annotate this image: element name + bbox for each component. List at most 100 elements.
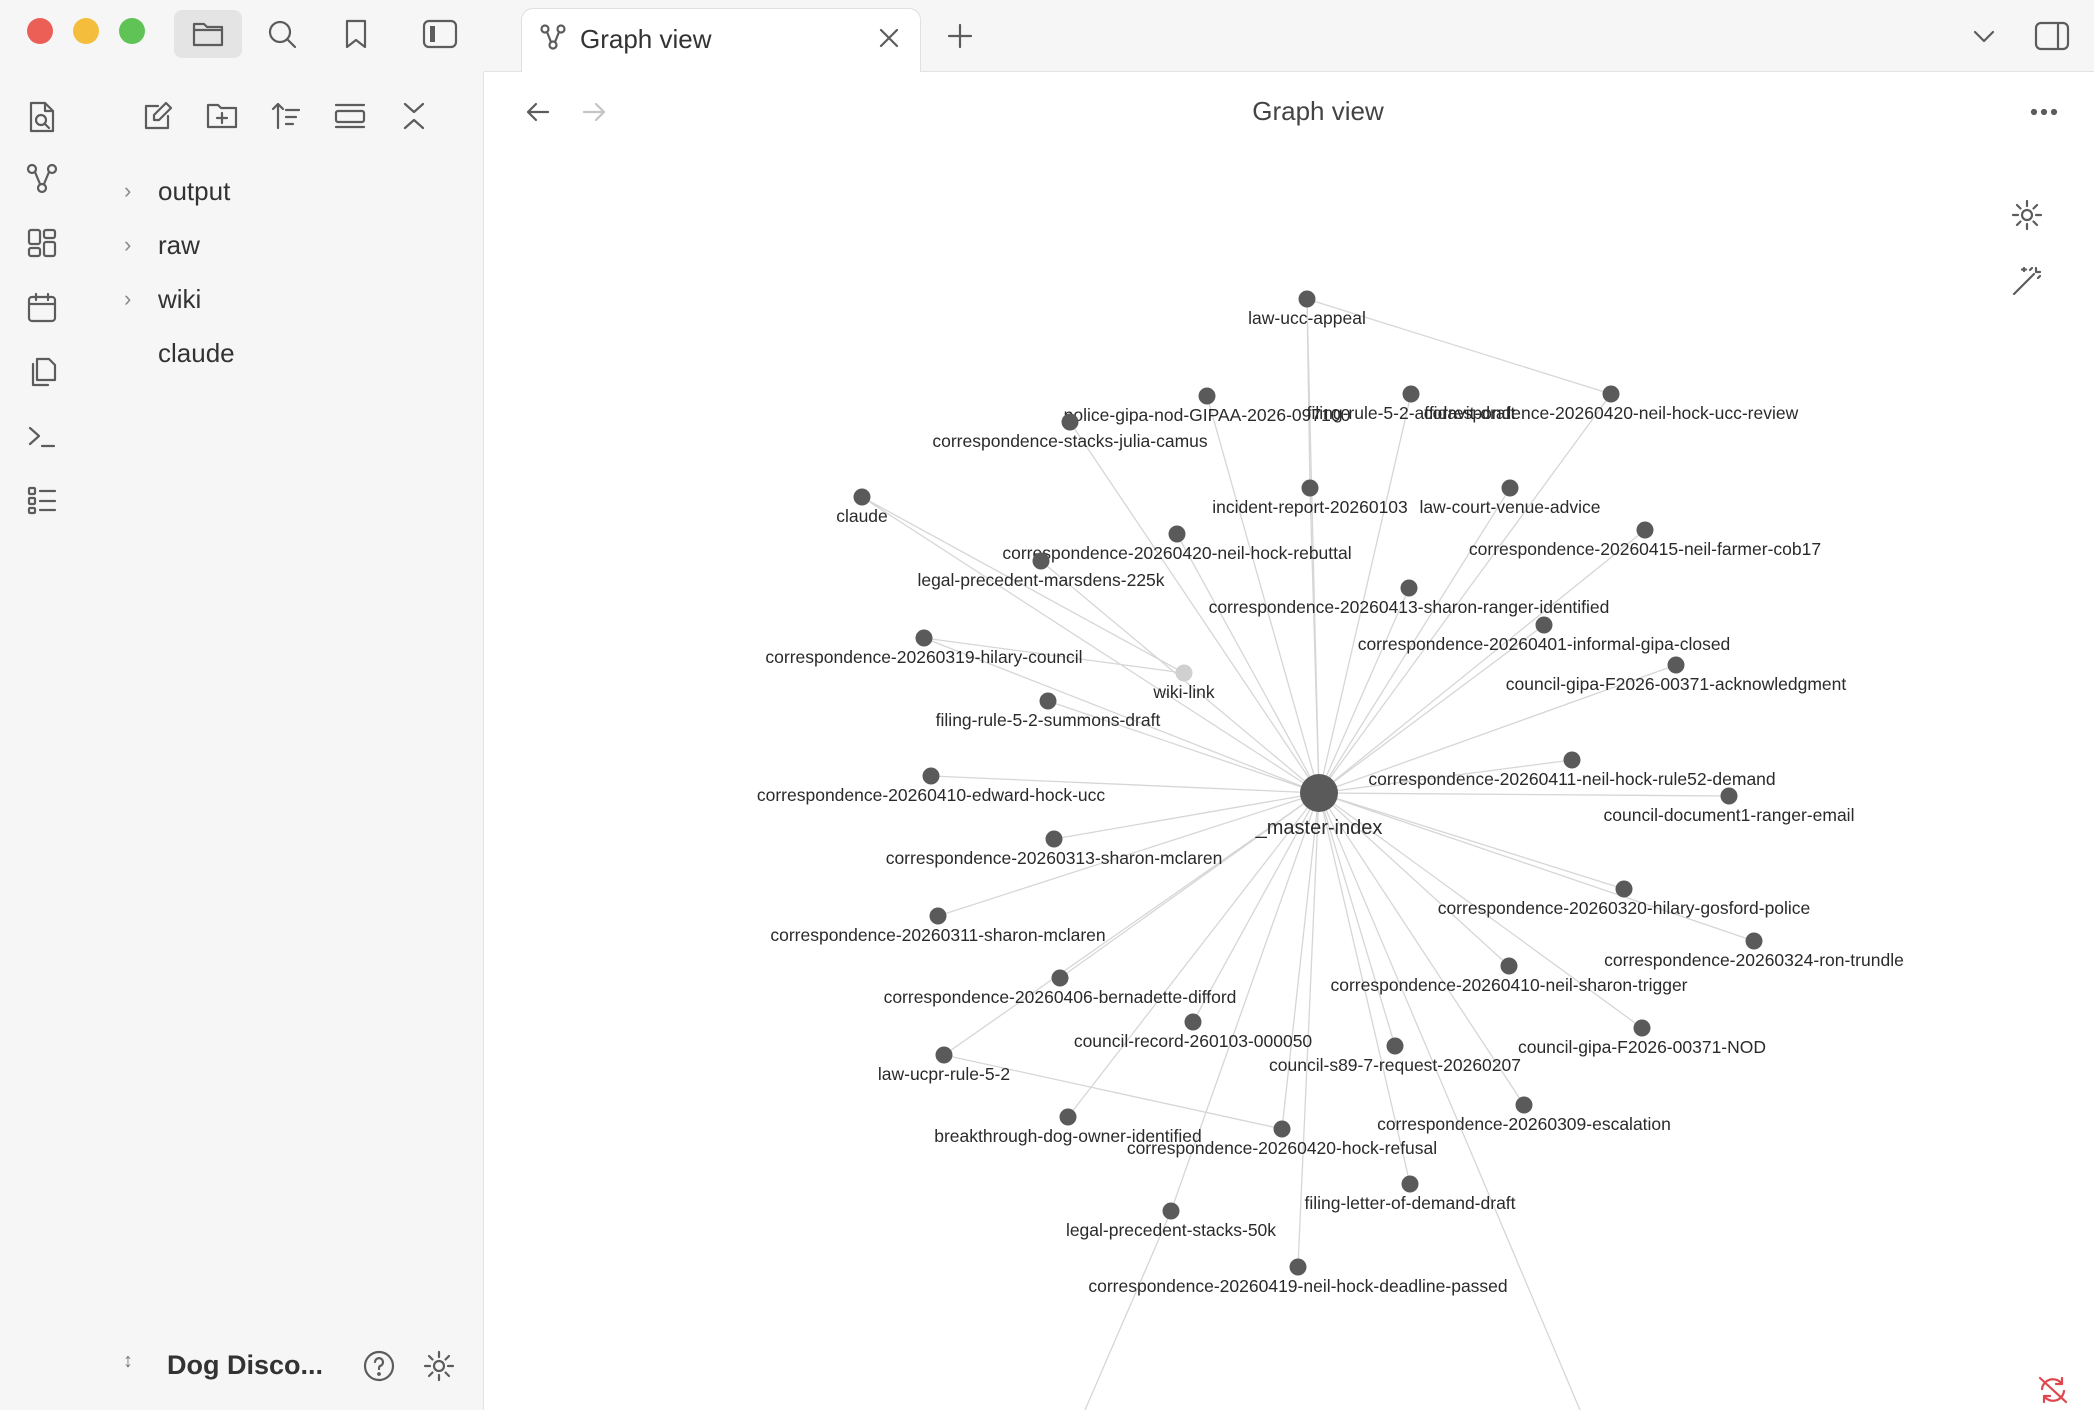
animate-graph-button[interactable] [2006, 260, 2048, 302]
collapse-all-button[interactable] [392, 94, 436, 138]
graph-node[interactable]: claude [836, 488, 888, 527]
ribbon-canvas-button[interactable] [20, 221, 64, 265]
graph-node-dot[interactable] [1051, 969, 1069, 987]
graph-node[interactable]: correspondence-20260413-sharon-ranger-id… [1209, 579, 1610, 618]
graph-node[interactable]: correspondence-20260311-sharon-mclaren [770, 907, 1106, 946]
graph-node[interactable]: correspondence-20260319-hilary-council [765, 629, 1083, 668]
ribbon-graph-button[interactable] [20, 156, 64, 200]
help-button[interactable] [359, 1346, 399, 1386]
files-tab-button[interactable] [174, 10, 242, 58]
tree-folder-output[interactable]: › output [120, 172, 460, 214]
graph-node-dot[interactable] [1633, 1019, 1651, 1037]
close-tab-button[interactable] [871, 20, 907, 56]
graph-node[interactable]: correspondence-20260406-bernadette-diffo… [884, 969, 1237, 1008]
settings-button[interactable] [419, 1346, 459, 1386]
graph-node-dot[interactable] [1667, 656, 1685, 674]
graph-node-dot[interactable] [1386, 1037, 1404, 1055]
graph-node-dot[interactable] [1535, 616, 1553, 634]
graph-node-dot[interactable] [1515, 1096, 1533, 1114]
graph-node-dot[interactable] [1500, 957, 1518, 975]
graph-node-dot[interactable] [1039, 692, 1057, 710]
graph-node-dot[interactable] [1402, 385, 1420, 403]
graph-node-dot[interactable] [853, 488, 871, 506]
change-sort-order-button[interactable] [264, 94, 308, 138]
tree-file-claude[interactable]: claude [120, 334, 460, 376]
graph-node-dot[interactable] [1300, 774, 1338, 812]
graph-node-dot[interactable] [922, 767, 940, 785]
tree-folder-wiki[interactable]: › wiki [120, 280, 460, 322]
graph-node[interactable]: correspondence-20260324-ron-trundle [1604, 932, 1904, 971]
graph-node[interactable]: correspondence-20260419-neil-hock-deadli… [1088, 1258, 1508, 1297]
graph-node[interactable]: incident-report-20260103 [1212, 479, 1408, 518]
graph-node-dot[interactable] [1198, 387, 1216, 405]
graph-node[interactable]: correspondence-20260410-edward-hock-ucc [757, 767, 1106, 806]
graph-node-dot[interactable] [1273, 1120, 1291, 1138]
graph-node-dot[interactable] [1175, 664, 1193, 682]
toggle-right-sidebar-button[interactable] [2030, 14, 2074, 58]
graph-canvas[interactable]: law-ucc-appealpolice-gipa-nod-GIPAA-2026… [485, 120, 2094, 1410]
graph-node[interactable]: council-record-260103-000050 [1074, 1013, 1313, 1052]
ribbon-list-button[interactable] [20, 478, 64, 522]
graph-node[interactable]: correspondence-20260415-neil-farmer-cob1… [1469, 521, 1821, 560]
chevron-updown-icon[interactable]: ↕ [123, 1350, 133, 1373]
ribbon-copy-button[interactable] [20, 350, 64, 394]
maximize-window-button[interactable] [119, 18, 145, 44]
graph-node-dot[interactable] [1720, 787, 1738, 805]
graph-node[interactable]: correspondence-20260320-hilary-gosford-p… [1438, 880, 1811, 919]
graph-node[interactable]: council-document1-ranger-email [1604, 787, 1855, 826]
ribbon-terminal-button[interactable] [20, 414, 64, 458]
graph-node-dot[interactable] [1032, 552, 1050, 570]
graph-node-dot[interactable] [1401, 1175, 1419, 1193]
graph-node-dot[interactable] [1745, 932, 1763, 950]
folder-icon [192, 22, 224, 47]
graph-node-dot[interactable] [1602, 385, 1620, 403]
ribbon-search-file-button[interactable] [20, 95, 64, 139]
graph-node-dot[interactable] [935, 1046, 953, 1064]
graph-node[interactable]: legal-precedent-stacks-50k [1066, 1202, 1276, 1241]
tab-list-dropdown-button[interactable] [1964, 16, 2004, 56]
new-tab-button[interactable] [940, 16, 980, 56]
graph-node-dot[interactable] [1184, 1013, 1202, 1031]
graph-node[interactable]: council-gipa-F2026-00371-NOD [1518, 1019, 1766, 1058]
vault-name[interactable]: Dog Disco... [167, 1350, 323, 1381]
minimize-window-button[interactable] [73, 18, 99, 44]
sync-status-button[interactable] [2028, 1370, 2078, 1410]
graph-node-dot[interactable] [1636, 521, 1654, 539]
graph-node-dot[interactable] [1615, 880, 1633, 898]
graph-node-dot[interactable] [1059, 1108, 1077, 1126]
graph-node-dot[interactable] [1162, 1202, 1180, 1220]
graph-node-dot[interactable] [1061, 413, 1079, 431]
graph-node-dot[interactable] [1168, 525, 1186, 543]
graph-node-dot[interactable] [915, 629, 933, 647]
graph-node[interactable]: council-gipa-F2026-00371-acknowledgment [1506, 656, 1847, 695]
bookmarks-tab-button[interactable] [336, 14, 376, 54]
graph-node[interactable]: correspondence-20260420-neil-hock-rebutt… [1002, 525, 1352, 564]
new-folder-button[interactable] [200, 94, 244, 138]
graph-node[interactable]: correspondence-20260401-informal-gipa-cl… [1358, 616, 1731, 655]
graph-node-dot[interactable] [929, 907, 947, 925]
new-note-button[interactable] [136, 94, 180, 138]
graph-node-dot[interactable] [1289, 1258, 1307, 1276]
toggle-left-sidebar-button[interactable] [420, 14, 460, 54]
graph-node-dot[interactable] [1400, 579, 1418, 597]
graph-node[interactable]: correspondence-20260420-neil-hock-ucc-re… [1424, 385, 1799, 424]
search-tab-button[interactable] [262, 14, 302, 54]
graph-node-dot[interactable] [1298, 290, 1316, 308]
graph-node[interactable]: law-court-venue-advice [1420, 479, 1601, 518]
tree-folder-raw[interactable]: › raw [120, 226, 460, 268]
graph-node[interactable]: correspondence-20260313-sharon-mclaren [886, 830, 1223, 869]
close-window-button[interactable] [27, 18, 53, 44]
graph-node[interactable]: filing-letter-of-demand-draft [1304, 1175, 1516, 1214]
auto-reveal-button[interactable] [328, 94, 372, 138]
graph-node[interactable]: correspondence-20260309-escalation [1377, 1096, 1671, 1135]
graph-node-dot[interactable] [1563, 751, 1581, 769]
graph-node-dot[interactable] [1501, 479, 1519, 497]
graph-settings-button[interactable] [2006, 194, 2048, 236]
graph-node-dot[interactable] [1045, 830, 1063, 848]
graph-node[interactable]: law-ucc-appeal [1248, 290, 1366, 329]
ribbon-calendar-button[interactable] [20, 286, 64, 330]
graph-node-dot[interactable] [1301, 479, 1319, 497]
graph-node[interactable]: law-ucpr-rule-5-2 [878, 1046, 1010, 1085]
graph-node[interactable]: correspondence-20260411-neil-hock-rule52… [1368, 751, 1776, 790]
graph-node[interactable]: filing-rule-5-2-summons-draft [936, 692, 1161, 731]
